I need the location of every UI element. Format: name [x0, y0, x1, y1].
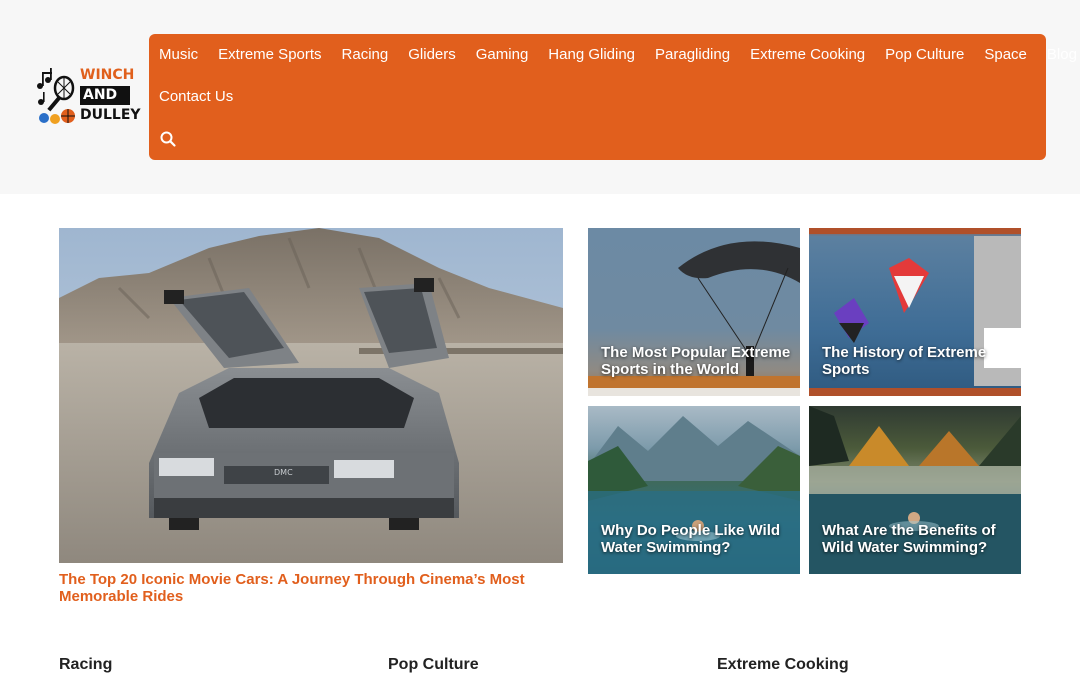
- nav-item-gliders[interactable]: Gliders: [398, 34, 466, 76]
- site-logo[interactable]: WINCH AND DULLEY: [34, 66, 141, 128]
- logo-line-3: DULLEY: [80, 107, 141, 123]
- search-icon[interactable]: [159, 130, 177, 148]
- nav-row-1: Music Extreme Sports Racing Gliders Gami…: [149, 34, 1080, 76]
- card-popular-extreme-sports[interactable]: The Most Popular Extreme Sports in the W…: [588, 228, 800, 396]
- logo-line-1: WINCH: [80, 67, 135, 83]
- card-title: What Are the Benefits of Wild Water Swim…: [822, 522, 996, 556]
- nav-item-hang-gliding[interactable]: Hang Gliding: [538, 34, 645, 76]
- nav-item-paragliding[interactable]: Paragliding: [645, 34, 740, 76]
- card-why-wild-water-swimming[interactable]: Why Do People Like Wild Water Swimming?: [588, 406, 800, 574]
- nav-item-music[interactable]: Music: [149, 34, 208, 76]
- main-nav: Music Extreme Sports Racing Gliders Gami…: [149, 34, 1077, 160]
- section-title-racing: Racing: [59, 656, 113, 673]
- logo-line-2: AND: [80, 86, 130, 105]
- section-title-pop-culture: Pop Culture: [388, 656, 479, 673]
- nav-item-space[interactable]: Space: [974, 34, 1037, 76]
- card-title: Why Do People Like Wild Water Swimming?: [601, 522, 781, 556]
- nav-item-extreme-sports[interactable]: Extreme Sports: [208, 34, 331, 76]
- section-title-extreme-cooking: Extreme Cooking: [717, 656, 849, 673]
- nav-item-racing[interactable]: Racing: [332, 34, 399, 76]
- card-history-extreme-sports[interactable]: The History of Extreme Sports: [809, 228, 1021, 396]
- nav-item-contact-us[interactable]: Contact Us: [149, 76, 243, 118]
- car-plate: DMC: [274, 468, 293, 477]
- card-title: The Most Popular Extreme Sports in the W…: [601, 344, 791, 378]
- featured-title-link[interactable]: The Top 20 Iconic Movie Cars: A Journey …: [59, 571, 549, 605]
- featured-image[interactable]: DMC: [59, 228, 563, 563]
- card-title: The History of Extreme Sports: [822, 344, 987, 378]
- nav-item-pop-culture[interactable]: Pop Culture: [875, 34, 974, 76]
- nav-item-blog[interactable]: Blog: [1037, 34, 1080, 76]
- logo-text: WINCH AND DULLEY: [80, 66, 141, 125]
- card-benefits-wild-water-swimming[interactable]: What Are the Benefits of Wild Water Swim…: [809, 406, 1021, 574]
- nav-item-extreme-cooking[interactable]: Extreme Cooking: [740, 34, 875, 76]
- nav-row-2: Contact Us: [149, 76, 243, 118]
- nav-item-gaming[interactable]: Gaming: [466, 34, 539, 76]
- music-sports-icon: [37, 68, 75, 124]
- featured-article: DMC The Top 20 Iconic Movie Cars: A Jour…: [59, 228, 563, 605]
- site-header: WINCH AND DULLEY Music Extreme Sports Ra…: [0, 0, 1080, 194]
- delorean-photo: DMC: [59, 228, 563, 563]
